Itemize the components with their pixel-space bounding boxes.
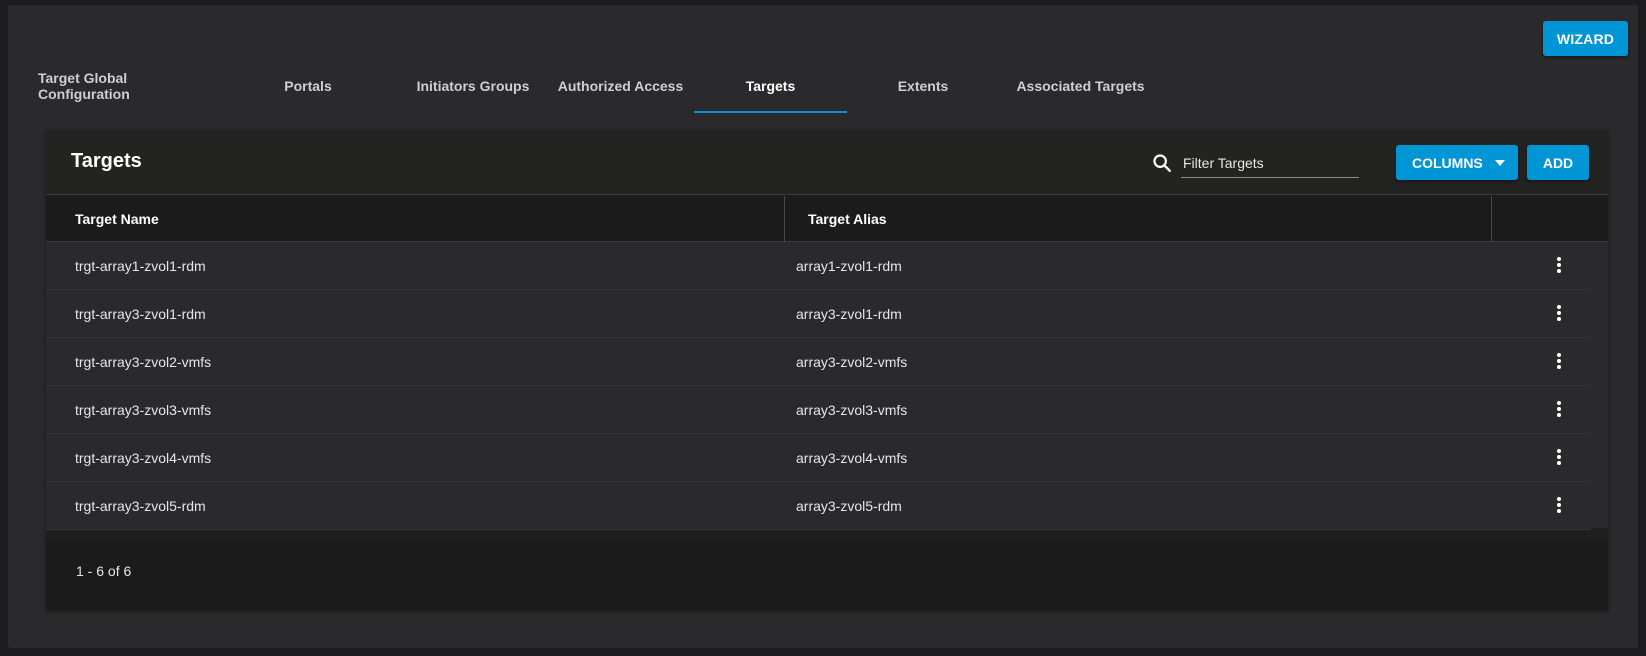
- tab-targets[interactable]: Targets: [694, 61, 847, 113]
- table-row[interactable]: trgt-array3-zvol4-vmfs array3-zvol4-vmfs: [46, 434, 1591, 482]
- table-row[interactable]: trgt-array3-zvol1-rdm array3-zvol1-rdm: [46, 290, 1591, 338]
- table-body: trgt-array1-zvol1-rdm array1-zvol1-rdm t…: [46, 242, 1608, 530]
- tab-bar: Target Global Configuration Portals Init…: [8, 61, 1258, 113]
- main-content-panel: WIZARD Target Global Configuration Porta…: [8, 5, 1638, 648]
- table-row[interactable]: trgt-array3-zvol2-vmfs array3-zvol2-vmfs: [46, 338, 1591, 386]
- more-vert-icon[interactable]: [1549, 399, 1569, 419]
- cell-target-alias: array3-zvol3-vmfs: [796, 401, 908, 418]
- table-header: Target Name Target Alias: [46, 196, 1608, 242]
- cell-target-name: trgt-array3-zvol4-vmfs: [75, 449, 212, 466]
- cell-target-alias: array3-zvol1-rdm: [796, 305, 902, 322]
- columns-dropdown-button[interactable]: COLUMNS: [1396, 145, 1518, 180]
- filter-targets-input[interactable]: [1181, 148, 1359, 178]
- targets-card: Targets COLUMNS ADD Target Name Target A…: [46, 130, 1608, 610]
- more-vert-icon[interactable]: [1549, 351, 1569, 371]
- tab-initiators-groups[interactable]: Initiators Groups: [398, 61, 548, 111]
- table-row[interactable]: trgt-array1-zvol1-rdm array1-zvol1-rdm: [46, 242, 1591, 290]
- more-vert-icon[interactable]: [1549, 495, 1569, 515]
- card-header: Targets COLUMNS ADD: [46, 130, 1608, 195]
- more-vert-icon[interactable]: [1549, 255, 1569, 275]
- table-footer: 1 - 6 of 6: [46, 538, 1608, 610]
- card-title: Targets: [71, 150, 142, 172]
- column-header-target-name[interactable]: Target Name: [75, 196, 159, 242]
- search-icon: [1151, 152, 1173, 174]
- column-resize-handle[interactable]: [784, 196, 785, 242]
- table-row[interactable]: trgt-array3-zvol5-rdm array3-zvol5-rdm: [46, 482, 1591, 530]
- more-vert-icon[interactable]: [1549, 447, 1569, 467]
- tab-portals[interactable]: Portals: [268, 61, 348, 111]
- tab-extents[interactable]: Extents: [878, 61, 968, 111]
- cell-target-alias: array3-zvol4-vmfs: [796, 449, 908, 466]
- cell-target-name: trgt-array3-zvol5-rdm: [75, 497, 206, 514]
- pagination-range: 1 - 6 of 6: [76, 563, 132, 579]
- chevron-down-icon: [1495, 160, 1505, 166]
- cell-target-name: trgt-array3-zvol3-vmfs: [75, 401, 212, 418]
- tab-associated-targets[interactable]: Associated Targets: [1008, 61, 1153, 111]
- cell-target-alias: array3-zvol5-rdm: [796, 497, 902, 514]
- tab-target-global-configuration[interactable]: Target Global Configuration: [38, 61, 218, 111]
- add-target-button[interactable]: ADD: [1527, 145, 1589, 180]
- more-vert-icon[interactable]: [1549, 303, 1569, 323]
- cell-target-alias: array3-zvol2-vmfs: [796, 353, 908, 370]
- cell-target-name: trgt-array3-zvol1-rdm: [75, 305, 206, 322]
- cell-target-alias: array1-zvol1-rdm: [796, 257, 902, 274]
- cell-target-name: trgt-array1-zvol1-rdm: [75, 257, 206, 274]
- wizard-button[interactable]: WIZARD: [1543, 21, 1628, 56]
- cell-target-name: trgt-array3-zvol2-vmfs: [75, 353, 212, 370]
- tab-authorized-access[interactable]: Authorized Access: [553, 61, 688, 111]
- table-scrollbar[interactable]: [1591, 242, 1608, 528]
- columns-button-label: COLUMNS: [1412, 154, 1483, 171]
- column-header-target-alias[interactable]: Target Alias: [808, 196, 887, 242]
- column-resize-handle[interactable]: [1491, 196, 1492, 242]
- table-row[interactable]: trgt-array3-zvol3-vmfs array3-zvol3-vmfs: [46, 386, 1591, 434]
